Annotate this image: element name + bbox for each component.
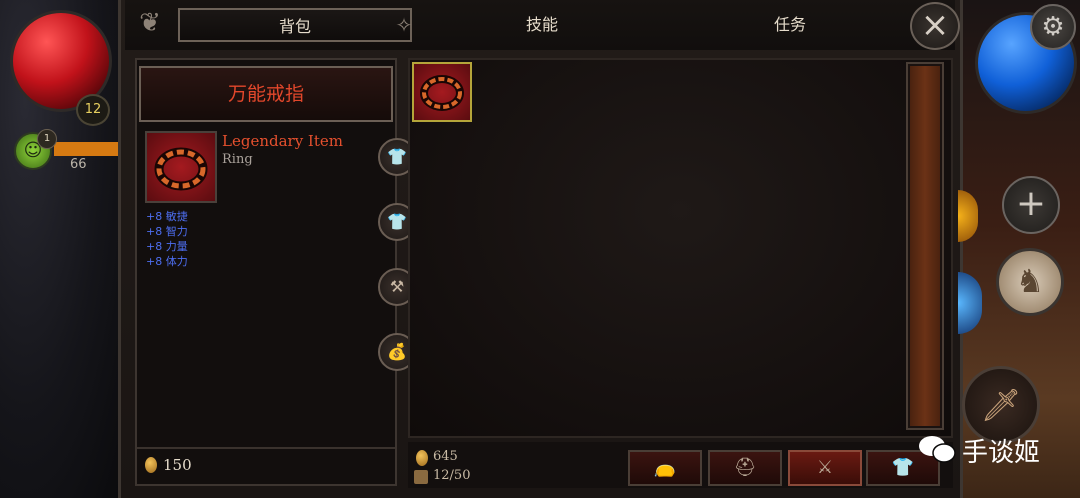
item-detail-panel <box>135 58 397 486</box>
plus-icon: + <box>1015 183 1047 224</box>
filter-bag-button[interactable]: 👝 <box>628 450 702 486</box>
crossed-swords-icon: ⚔ <box>816 457 834 478</box>
gear-icon: ⚙ <box>1041 12 1065 42</box>
filter-weapons-button[interactable]: ⚔ <box>788 450 862 486</box>
gold-total: 645 <box>433 449 458 464</box>
inventory-grid <box>408 58 953 438</box>
watermark-text: 手谈姬 <box>962 438 1041 468</box>
item-stat: +8 体力 <box>146 255 188 268</box>
item-stat: +8 敏捷 <box>146 210 188 223</box>
bag-icon: 👝 <box>653 457 677 478</box>
gold-coin-icon <box>145 457 157 473</box>
ring-icon <box>145 131 217 203</box>
bag-capacity: 12/50 <box>433 468 471 483</box>
pet-xp-bar <box>54 142 118 156</box>
horse-icon: ♞ <box>1015 262 1045 300</box>
compare-icon: 👕 <box>387 212 407 231</box>
tab-backpack[interactable]: 背包 <box>178 8 412 42</box>
add-button[interactable]: + <box>1002 176 1060 234</box>
item-title: 万能戒指 <box>139 66 393 122</box>
item-type: Ring <box>222 152 253 167</box>
inventory-slot-selected[interactable] <box>412 62 472 122</box>
gold-coin-icon <box>416 450 428 466</box>
filter-helmet-button[interactable]: ⛑ <box>708 450 782 486</box>
close-button[interactable]: × <box>910 2 960 50</box>
ornament-icon: ✧ <box>395 13 413 37</box>
item-stat: +8 智力 <box>146 225 188 238</box>
wechat-icon <box>918 434 956 463</box>
anvil-icon: ⚒ <box>389 277 405 296</box>
scrollbar-thumb[interactable] <box>910 66 940 426</box>
helmet-icon: ⛑ <box>733 457 757 478</box>
mount-button[interactable]: ♞ <box>996 248 1064 316</box>
equip-icon: 👕 <box>387 147 407 166</box>
ornament-icon: ❦ <box>139 8 161 38</box>
pet-level-badge: 1 <box>37 129 57 149</box>
ring-icon <box>420 75 464 111</box>
sword-icon: 🗡 <box>980 386 1022 424</box>
armor-icon: 👕 <box>891 457 915 478</box>
tab-quests[interactable]: 任务 <box>690 8 890 42</box>
capacity-icon <box>414 470 428 484</box>
close-icon: × <box>920 5 950 45</box>
tab-skills[interactable]: 技能 <box>440 8 644 42</box>
item-rarity: Legendary Item <box>222 132 343 150</box>
settings-button[interactable]: ⚙ <box>1030 4 1076 50</box>
sell-bag-icon: 💰 <box>387 342 407 361</box>
gold-amount: 150 <box>163 456 192 474</box>
pet-xp-value: 66 <box>70 157 87 172</box>
item-stat: +8 力量 <box>146 240 188 253</box>
player-level-badge: 12 <box>76 94 110 126</box>
